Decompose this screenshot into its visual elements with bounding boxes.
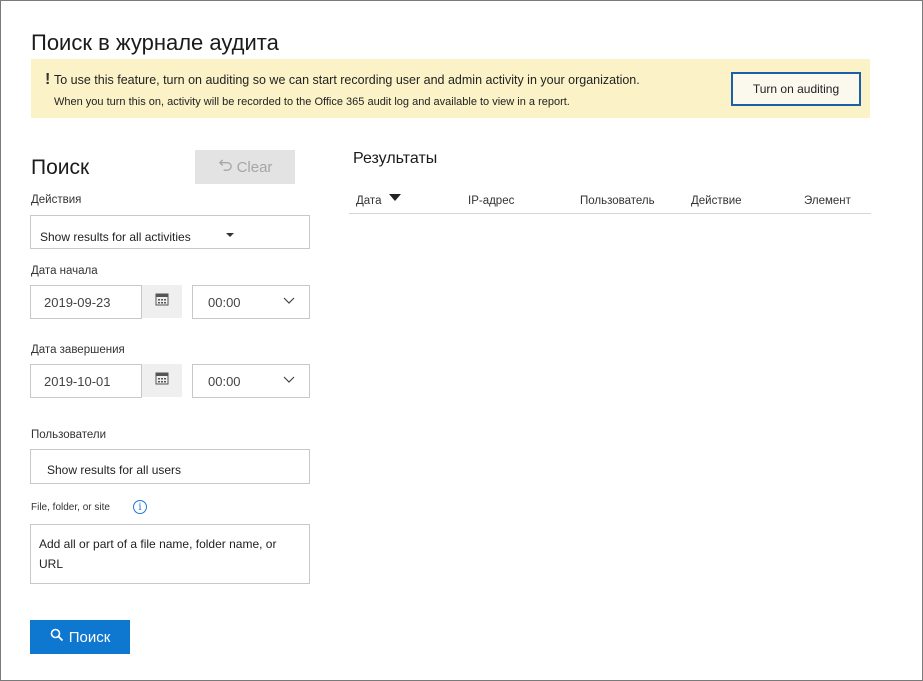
end-time-value: 00:00: [208, 374, 241, 389]
calendar-icon: [155, 292, 169, 311]
banner-submessage: When you turn this on, activity will be …: [54, 96, 570, 108]
column-header-item[interactable]: Элемент: [804, 195, 851, 207]
end-time-select[interactable]: 00:00: [192, 364, 310, 398]
start-time-select[interactable]: 00:00: [192, 285, 310, 319]
users-label: Пользователи: [31, 429, 107, 441]
results-heading: Результаты: [353, 150, 438, 167]
column-header-date-label: Дата: [356, 195, 382, 207]
search-icon: [50, 628, 64, 646]
end-date-calendar-button[interactable]: [142, 364, 182, 397]
banner-message: To use this feature, turn on auditing so…: [54, 73, 640, 87]
warning-icon: !: [45, 71, 51, 88]
activities-label: Действия: [31, 194, 82, 206]
clear-button[interactable]: Clear: [195, 150, 295, 184]
users-input[interactable]: Show results for all users: [30, 449, 310, 484]
activities-value: Show results for all activities: [40, 230, 191, 244]
chevron-down-icon: [283, 376, 295, 383]
column-header-activity[interactable]: Действие: [691, 195, 742, 207]
column-header-user[interactable]: Пользователь: [580, 195, 655, 207]
start-time-value: 00:00: [208, 295, 241, 310]
start-date-value: 2019-09-23: [44, 295, 111, 310]
search-button-label: Поиск: [68, 628, 111, 646]
column-header-ip[interactable]: IP-адрес: [468, 195, 514, 207]
start-date-calendar-button[interactable]: [142, 285, 182, 318]
file-folder-site-label: File, folder, or site: [31, 502, 110, 513]
end-date-label: Дата завершения: [31, 344, 125, 356]
undo-icon: [218, 158, 233, 177]
clear-label: Clear: [236, 158, 273, 176]
activities-dropdown[interactable]: Show results for all activities: [30, 215, 310, 249]
page-title: Поиск в журнале аудита: [31, 30, 279, 55]
sort-descending-icon: [389, 194, 401, 201]
users-value: Show results for all users: [47, 463, 182, 477]
turn-on-auditing-button[interactable]: Turn on auditing: [731, 72, 861, 106]
end-date-value: 2019-10-01: [44, 374, 111, 389]
end-date-input[interactable]: 2019-10-01: [30, 364, 142, 398]
caret-down-icon: [226, 233, 234, 237]
file-folder-site-placeholder: Add all or part of a file name, folder n…: [39, 537, 277, 571]
results-header-divider: [349, 213, 871, 214]
chevron-down-icon: [283, 297, 295, 304]
calendar-icon: [155, 371, 169, 390]
column-header-date[interactable]: Дата: [356, 195, 381, 207]
file-folder-site-input[interactable]: Add all or part of a file name, folder n…: [30, 524, 310, 584]
start-date-label: Дата начала: [31, 265, 98, 277]
info-icon[interactable]: i: [133, 500, 147, 514]
search-heading: Поиск: [31, 156, 90, 179]
search-button[interactable]: Поиск: [30, 620, 130, 654]
start-date-input[interactable]: 2019-09-23: [30, 285, 142, 319]
